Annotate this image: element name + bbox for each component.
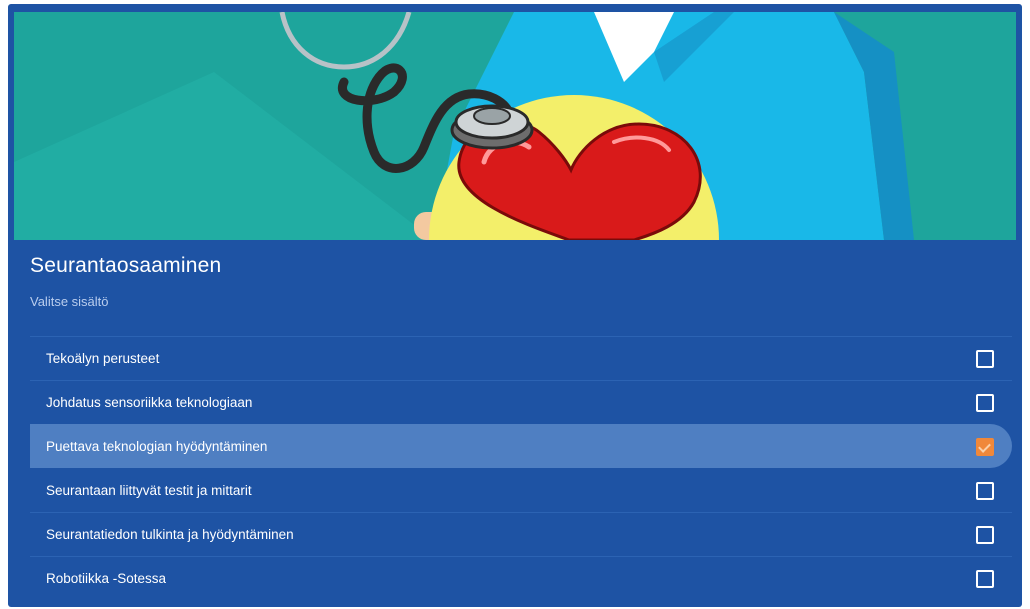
doctor-heart-illustration	[14, 12, 1016, 240]
content-checklist: Tekoälyn perusteet Johdatus sensoriikka …	[30, 336, 1012, 600]
section-title: Seurantaosaaminen	[30, 254, 222, 277]
checkbox[interactable]	[976, 526, 994, 544]
section-subtitle: Valitse sisältö	[30, 294, 109, 309]
checkmark-icon	[978, 440, 991, 453]
list-item-label: Tekoälyn perusteet	[46, 351, 160, 366]
hero-banner-image	[14, 12, 1016, 240]
list-item[interactable]: Seurantaan liittyvät testit ja mittarit	[30, 468, 1012, 512]
checkbox[interactable]	[976, 482, 994, 500]
list-item-label: Seurantatiedon tulkinta ja hyödyntäminen	[46, 527, 294, 542]
checkbox[interactable]	[976, 438, 994, 456]
checkbox[interactable]	[976, 394, 994, 412]
checkbox[interactable]	[976, 570, 994, 588]
list-item[interactable]: Seurantatiedon tulkinta ja hyödyntäminen	[30, 512, 1012, 556]
list-item-label: Puettava teknologian hyödyntäminen	[46, 439, 268, 454]
list-item[interactable]: Robotiikka -Sotessa	[30, 556, 1012, 600]
list-item-label: Robotiikka -Sotessa	[46, 571, 167, 586]
list-item[interactable]: Johdatus sensoriikka teknologiaan	[30, 380, 1012, 424]
checkbox[interactable]	[976, 350, 994, 368]
list-item[interactable]: Puettava teknologian hyödyntäminen	[30, 424, 1012, 468]
list-item[interactable]: Tekoälyn perusteet	[30, 336, 1012, 380]
list-item-label: Johdatus sensoriikka teknologiaan	[46, 395, 253, 410]
content-panel: Seurantaosaaminen Valitse sisältö Tekoäl…	[8, 4, 1022, 607]
list-item-label: Seurantaan liittyvät testit ja mittarit	[46, 483, 252, 498]
